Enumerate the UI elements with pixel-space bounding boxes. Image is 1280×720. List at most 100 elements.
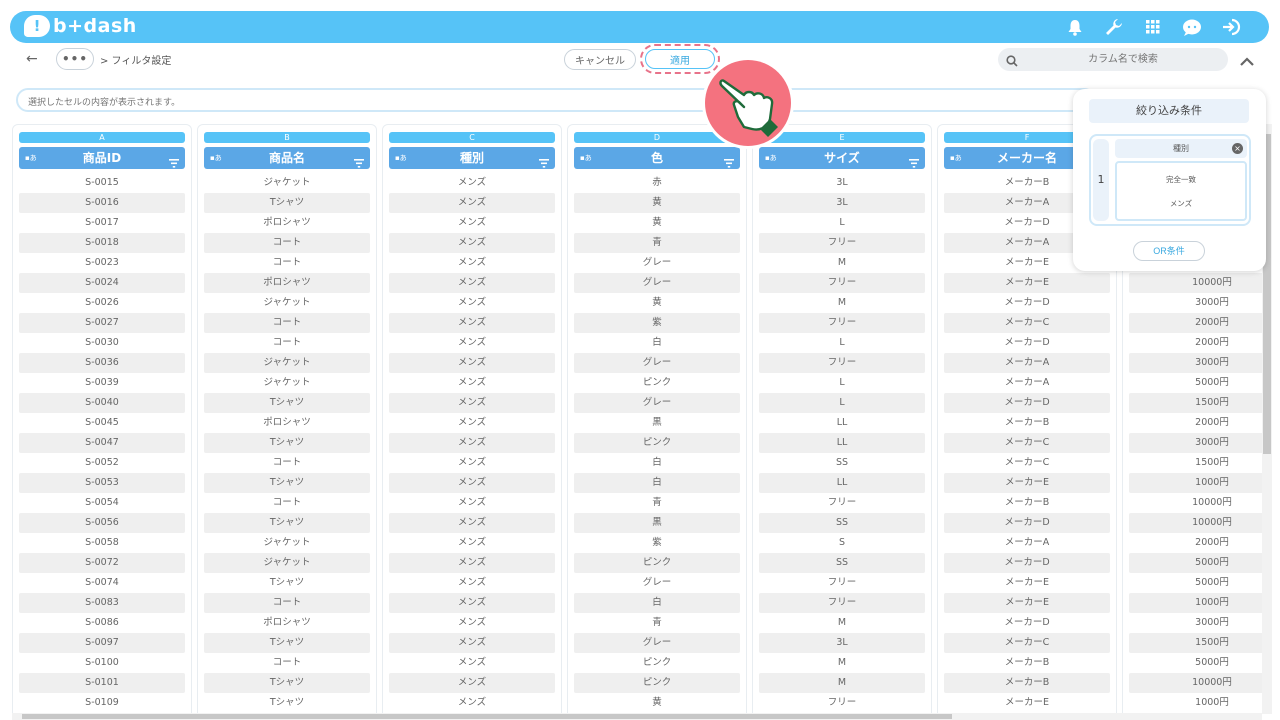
table-cell[interactable]: ピンク [574,373,740,393]
table-cell[interactable]: S-0086 [19,613,185,633]
table-cell[interactable]: 5000円 [1129,653,1265,673]
table-cell[interactable]: グレー [574,353,740,373]
table-cell[interactable]: S-0036 [19,353,185,373]
table-cell[interactable]: 3000円 [1129,353,1265,373]
table-cell[interactable]: S-0024 [19,273,185,293]
table-cell[interactable]: ポロシャツ [204,413,370,433]
table-cell[interactable]: メーカーB [944,673,1110,693]
table-cell[interactable]: メーカーE [944,273,1110,293]
table-cell[interactable]: コート [204,593,370,613]
table-cell[interactable]: メンズ [389,293,555,313]
table-cell[interactable]: 1000円 [1129,473,1265,493]
table-cell[interactable]: Tシャツ [204,673,370,693]
table-cell[interactable]: フリー [759,573,925,593]
table-cell[interactable]: メンズ [389,573,555,593]
table-cell[interactable]: メーカーC [944,313,1110,333]
table-cell[interactable]: 3L [759,173,925,193]
table-cell[interactable]: メンズ [389,513,555,533]
table-cell[interactable]: コート [204,333,370,353]
table-cell[interactable]: 5000円 [1129,553,1265,573]
table-cell[interactable]: グレー [574,633,740,653]
column-filter-icon[interactable] [539,153,549,175]
bell-icon[interactable] [1062,15,1087,39]
table-cell[interactable]: L [759,213,925,233]
table-cell[interactable]: ピンク [574,673,740,693]
table-cell[interactable]: S-0016 [19,193,185,213]
table-cell[interactable]: メンズ [389,553,555,573]
table-cell[interactable]: 1000円 [1129,693,1265,713]
table-cell[interactable]: 赤 [574,173,740,193]
table-cell[interactable]: 1500円 [1129,633,1265,653]
table-cell[interactable]: M [759,673,925,693]
table-cell[interactable]: 2000円 [1129,533,1265,553]
table-cell[interactable]: S-0100 [19,653,185,673]
column-letter[interactable]: C [389,132,555,143]
table-cell[interactable]: S-0045 [19,413,185,433]
table-cell[interactable]: SS [759,453,925,473]
table-cell[interactable]: フリー [759,593,925,613]
table-cell[interactable]: 5000円 [1129,573,1265,593]
table-cell[interactable]: 10000円 [1129,513,1265,533]
table-cell[interactable]: 黄 [574,193,740,213]
table-cell[interactable]: S-0017 [19,213,185,233]
table-cell[interactable]: メンズ [389,413,555,433]
table-cell[interactable]: S-0015 [19,173,185,193]
table-cell[interactable]: 黄 [574,213,740,233]
table-cell[interactable]: ジャケット [204,353,370,373]
table-cell[interactable]: メンズ [389,453,555,473]
table-cell[interactable]: LL [759,413,925,433]
or-condition-button[interactable]: OR条件 [1133,241,1205,261]
table-cell[interactable]: グレー [574,273,740,293]
table-cell[interactable]: Tシャツ [204,433,370,453]
table-cell[interactable]: S-0072 [19,553,185,573]
table-cell[interactable]: LL [759,473,925,493]
table-cell[interactable]: 白 [574,473,740,493]
table-cell[interactable]: 紫 [574,533,740,553]
table-cell[interactable]: 3000円 [1129,293,1265,313]
table-cell[interactable]: 1500円 [1129,453,1265,473]
table-cell[interactable]: メーカーE [944,593,1110,613]
table-cell[interactable]: フリー [759,493,925,513]
table-cell[interactable]: M [759,613,925,633]
table-cell[interactable]: Tシャツ [204,393,370,413]
table-cell[interactable]: フリー [759,693,925,713]
table-cell[interactable]: Tシャツ [204,573,370,593]
table-cell[interactable]: S-0058 [19,533,185,553]
table-cell[interactable]: メーカーB [944,413,1110,433]
chat-support-icon[interactable] [1179,15,1204,39]
table-cell[interactable]: M [759,293,925,313]
table-cell[interactable]: ポロシャツ [204,613,370,633]
table-cell[interactable]: メーカーA [944,373,1110,393]
table-cell[interactable]: LL [759,433,925,453]
table-cell[interactable]: 白 [574,453,740,473]
table-cell[interactable]: Tシャツ [204,473,370,493]
column-header[interactable]: ▪あ 商品名 [204,147,370,169]
table-cell[interactable]: S-0054 [19,493,185,513]
table-cell[interactable]: 10000円 [1129,273,1265,293]
table-cell[interactable]: メンズ [389,393,555,413]
column-header[interactable]: ▪あ 種別 [389,147,555,169]
table-cell[interactable]: 青 [574,613,740,633]
table-cell[interactable]: メンズ [389,313,555,333]
table-cell[interactable]: ジャケット [204,373,370,393]
column-filter-icon[interactable] [169,153,179,175]
table-cell[interactable]: メンズ [389,213,555,233]
table-cell[interactable]: S-0053 [19,473,185,493]
table-cell[interactable]: メンズ [389,613,555,633]
table-cell[interactable]: メーカーE [944,693,1110,713]
table-cell[interactable]: フリー [759,233,925,253]
wrench-icon[interactable] [1101,15,1126,39]
table-cell[interactable]: 青 [574,493,740,513]
table-cell[interactable]: フリー [759,313,925,333]
table-cell[interactable]: S-0027 [19,313,185,333]
table-cell[interactable]: SS [759,553,925,573]
table-cell[interactable]: メンズ [389,633,555,653]
table-cell[interactable]: S-0097 [19,633,185,653]
table-cell[interactable]: メーカーD [944,293,1110,313]
table-cell[interactable]: S-0056 [19,513,185,533]
table-cell[interactable]: S [759,533,925,553]
table-cell[interactable]: 3L [759,633,925,653]
table-cell[interactable]: ポロシャツ [204,273,370,293]
table-cell[interactable]: フリー [759,353,925,373]
column-header[interactable]: ▪あ 商品ID [19,147,185,169]
